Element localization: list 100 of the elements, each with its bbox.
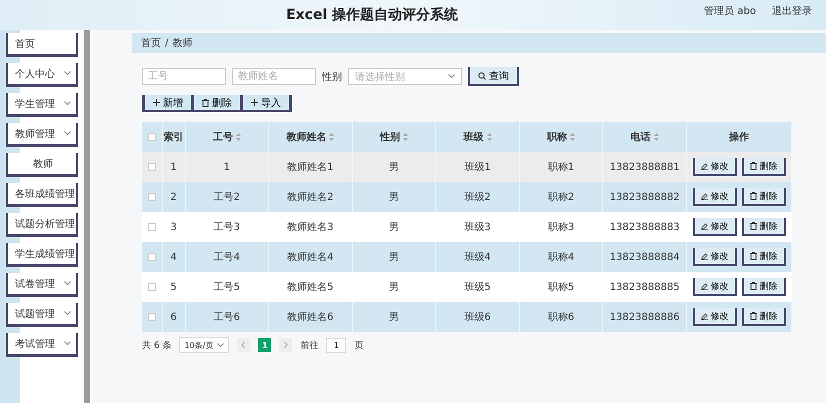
table-cell: 5 [162, 272, 185, 302]
table-cell: 职称3 [519, 212, 603, 242]
row-action-button[interactable]: 删除 [742, 188, 786, 206]
previous-page-icon[interactable] [237, 338, 250, 352]
table-cell: 13823888882 [602, 182, 686, 212]
table-cell: 工号4 [185, 242, 269, 272]
sidebar-item[interactable]: 教师管理 [6, 123, 78, 147]
gender-label: 性别 [322, 70, 342, 84]
table-cell: 13823888886 [602, 302, 686, 332]
table-cell: 职称1 [519, 152, 603, 182]
total-count: 共 6 条 [142, 340, 172, 352]
row-action-button[interactable]: 删除 [742, 248, 786, 266]
sort-icon[interactable] [236, 133, 241, 142]
sidebar-item[interactable]: 教师 [6, 153, 78, 177]
trash-icon [750, 162, 756, 170]
column-header[interactable]: 班级 [436, 122, 520, 152]
logout-link[interactable]: 退出登录 [772, 4, 812, 18]
sort-icon[interactable] [654, 133, 659, 142]
next-page-icon[interactable] [279, 338, 292, 352]
table-cell: 13823888885 [602, 272, 686, 302]
page-size-select[interactable]: 10条/页 [179, 337, 230, 353]
search-button[interactable]: 查询 [468, 67, 519, 86]
app-title: Excel 操作题自动评分系统 [285, 6, 460, 24]
table-cell: 3 [162, 212, 185, 242]
row-checkbox[interactable] [148, 192, 156, 201]
row-action-button[interactable]: 删除 [742, 278, 786, 296]
chevron-down-icon [64, 101, 71, 106]
goto-page-field[interactable]: 1 [326, 338, 346, 352]
sidebar-item[interactable]: 试卷管理 [6, 273, 78, 297]
column-header[interactable]: 性别 [352, 122, 436, 152]
breadcrumb-item: 教师 [172, 37, 192, 50]
user-name: 管理员 abo [704, 5, 756, 18]
row-checkbox[interactable] [148, 252, 156, 261]
row-checkbox[interactable] [148, 282, 156, 291]
pencil-icon [700, 222, 708, 230]
column-header: 索引 [162, 122, 185, 152]
row-action-button[interactable]: 删除 [742, 158, 786, 176]
trash-icon [750, 192, 756, 200]
row-checkbox[interactable] [148, 162, 156, 171]
sort-icon[interactable] [329, 133, 334, 142]
chevron-down-icon [64, 281, 71, 286]
toolbar-button[interactable]: 新增 [142, 95, 191, 112]
table-cell: 教师姓名2 [268, 182, 352, 212]
table-cell: 职称4 [519, 242, 603, 272]
table-cell: 教师姓名3 [268, 212, 352, 242]
table-cell: 男 [352, 182, 436, 212]
column-header[interactable]: 职称 [519, 122, 603, 152]
pencil-icon [700, 282, 708, 290]
table-cell: 男 [352, 152, 436, 182]
sidebar-label: 试题分析管理 [15, 218, 75, 230]
sidebar-item[interactable]: 试题分析管理 [6, 213, 78, 237]
table-cell: 班级3 [436, 212, 520, 242]
table-cell: 男 [352, 302, 436, 332]
table-cell: 13823888884 [602, 242, 686, 272]
toolbar-button[interactable]: 删除 [191, 95, 240, 112]
column-header[interactable]: 电话 [602, 122, 686, 152]
sidebar-item[interactable]: 学生管理 [6, 93, 78, 117]
search-icon [478, 72, 486, 80]
table-cell: 工号3 [185, 212, 269, 242]
table-cell: 班级1 [436, 152, 520, 182]
search-field[interactable]: 教师姓名 [232, 68, 316, 85]
pencil-icon [700, 192, 708, 200]
table-cell: 班级4 [436, 242, 520, 272]
sidebar-item[interactable]: 试题管理 [6, 303, 78, 327]
row-action-button[interactable]: 修改 [692, 278, 736, 296]
row-action-button[interactable]: 修改 [692, 308, 736, 326]
row-action-button[interactable]: 删除 [742, 308, 786, 326]
sidebar-item[interactable]: 学生成绩管理 [6, 243, 78, 267]
row-checkbox[interactable] [148, 312, 156, 321]
sort-icon[interactable] [402, 133, 408, 142]
sidebar-label: 首页 [15, 38, 35, 50]
chevron-down-icon [64, 131, 71, 136]
table-cell: 教师姓名6 [268, 302, 352, 332]
sidebar-label: 教师管理 [15, 128, 55, 140]
table-cell: 工号5 [185, 272, 269, 302]
row-action-button[interactable]: 修改 [692, 158, 736, 176]
select-all-checkbox[interactable] [148, 132, 156, 141]
sort-icon[interactable] [570, 133, 576, 142]
toolbar-button[interactable]: 导入 [240, 95, 292, 112]
table-cell: 班级2 [436, 182, 520, 212]
row-action-button[interactable]: 修改 [692, 218, 736, 236]
table-cell: 班级5 [436, 272, 520, 302]
column-header[interactable]: 教师姓名 [268, 122, 352, 152]
row-checkbox[interactable] [148, 222, 156, 231]
breadcrumb-item[interactable]: 首页 [141, 36, 161, 50]
sidebar-item[interactable]: 首页 [6, 33, 78, 57]
chevron-down-icon [448, 74, 455, 79]
pencil-icon [700, 252, 708, 260]
sort-icon[interactable] [486, 133, 492, 142]
sidebar-item[interactable]: 各班成绩管理 [6, 183, 78, 207]
table-cell: 职称5 [519, 272, 603, 302]
column-header[interactable]: 工号 [185, 122, 269, 152]
search-field[interactable]: 工号 [142, 68, 226, 85]
sidebar-item[interactable]: 个人中心 [6, 63, 78, 87]
row-action-button[interactable]: 修改 [692, 188, 736, 206]
row-action-button[interactable]: 修改 [692, 248, 736, 266]
sidebar-item[interactable]: 考试管理 [6, 333, 78, 357]
sidebar-label: 个人中心 [15, 68, 55, 80]
table-cell: 1 [162, 152, 185, 182]
row-action-button[interactable]: 删除 [742, 218, 786, 236]
